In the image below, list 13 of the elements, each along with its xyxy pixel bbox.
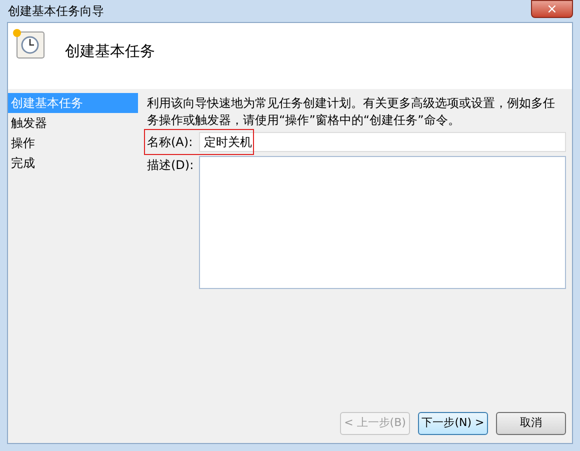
name-label: 名称(A): bbox=[147, 134, 194, 151]
intro-text: 利用该向导快速地为常见任务创建计划。有关更多高级选项或设置，例如多任务操作或触发器，请使用“操作”窗格中的“创建任务”命令。 bbox=[147, 95, 556, 129]
description-label: 描述(D): bbox=[147, 157, 195, 174]
sidebar-item[interactable]: 触发器 bbox=[8, 113, 138, 133]
window-title: 创建基本任务向导 bbox=[7, 3, 104, 20]
name-field[interactable]: 定时关机 bbox=[199, 132, 566, 152]
description-field[interactable] bbox=[199, 156, 566, 289]
sidebar-item[interactable]: 完成 bbox=[8, 153, 138, 173]
sidebar-item[interactable]: 操作 bbox=[8, 133, 138, 153]
dialog-button[interactable]: 下一步(N) > bbox=[418, 412, 488, 435]
clock-icon bbox=[11, 27, 47, 61]
dialog-button[interactable]: 取消 bbox=[496, 412, 566, 435]
header-title: 创建基本任务 bbox=[65, 41, 155, 62]
